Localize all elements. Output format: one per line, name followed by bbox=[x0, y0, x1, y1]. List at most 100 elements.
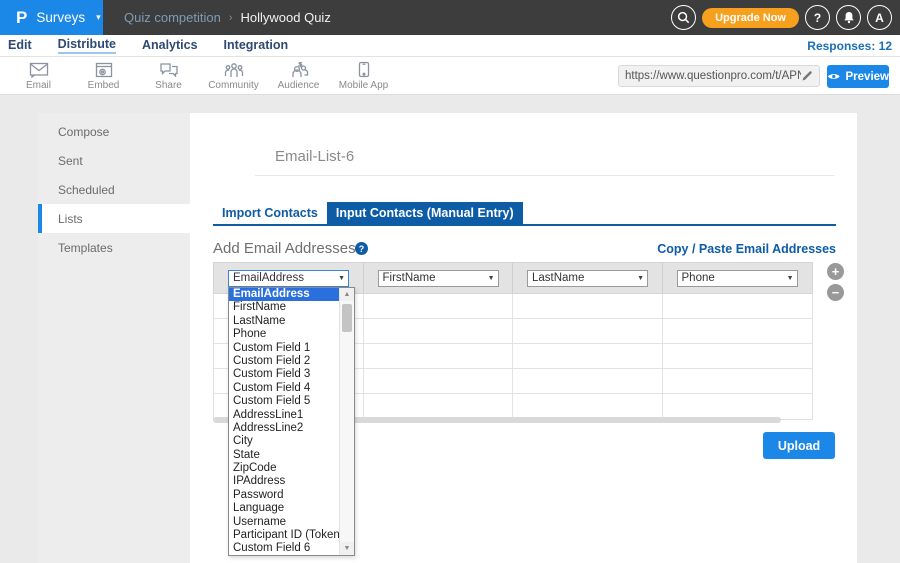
add-emails-title: Add Email Addresses bbox=[213, 240, 356, 257]
firstname-cell[interactable] bbox=[364, 344, 514, 368]
nav-item-edit[interactable]: Edit bbox=[8, 38, 32, 53]
dropdown-option[interactable]: Custom Field 1 bbox=[229, 342, 339, 355]
scroll-down-icon[interactable]: ▼ bbox=[340, 542, 354, 555]
remove-row-button[interactable]: − bbox=[827, 284, 844, 301]
phone-cell[interactable] bbox=[663, 394, 813, 419]
select-arrow-icon: ▼ bbox=[787, 275, 794, 282]
channel-embed-label: Embed bbox=[88, 80, 120, 91]
column-select-first-name[interactable]: FirstName ▼ bbox=[378, 270, 499, 287]
tab-input-contacts-manual[interactable]: Input Contacts (Manual Entry) bbox=[327, 202, 523, 224]
add-emails-help-icon[interactable]: ? bbox=[355, 242, 368, 255]
responses-count[interactable]: Responses: 12 bbox=[807, 39, 892, 53]
sidebar-item-compose[interactable]: Compose bbox=[38, 117, 190, 146]
column-mapper-cell: LastName ▼ bbox=[513, 263, 663, 293]
search-icon bbox=[677, 11, 690, 24]
column-select-phone[interactable]: Phone ▼ bbox=[677, 270, 798, 287]
audience-icon: $ bbox=[289, 62, 309, 78]
dropdown-option[interactable]: Language bbox=[229, 502, 339, 515]
dropdown-option[interactable]: IPAddress bbox=[229, 475, 339, 488]
channel-audience[interactable]: $ Audience bbox=[266, 57, 331, 95]
eye-icon bbox=[827, 72, 841, 81]
column-select-email-address[interactable]: EmailAddress ▼ bbox=[228, 270, 349, 287]
breadcrumb: Quiz competition › Hollywood Quiz bbox=[124, 0, 331, 35]
dropdown-option[interactable]: State bbox=[229, 449, 339, 462]
survey-nav: Edit Distribute Analytics Integration Re… bbox=[0, 35, 900, 57]
community-icon bbox=[224, 62, 244, 78]
dropdown-option[interactable]: EmailAddress bbox=[229, 288, 339, 301]
share-icon bbox=[159, 62, 179, 78]
firstname-cell[interactable] bbox=[364, 319, 514, 343]
lastname-cell[interactable] bbox=[513, 294, 663, 318]
nav-item-integration[interactable]: Integration bbox=[224, 38, 289, 53]
dropdown-option[interactable]: AddressLine1 bbox=[229, 409, 339, 422]
topbar-actions: Upgrade Now ? A bbox=[671, 0, 892, 35]
phone-cell[interactable] bbox=[663, 369, 813, 393]
sidebar-item-sent[interactable]: Sent bbox=[38, 146, 190, 175]
search-button[interactable] bbox=[671, 5, 696, 30]
add-row-button[interactable]: + bbox=[827, 263, 844, 280]
help-button[interactable]: ? bbox=[805, 5, 830, 30]
channel-community[interactable]: Community bbox=[201, 57, 266, 95]
dropdown-option[interactable]: Custom Field 4 bbox=[229, 382, 339, 395]
svg-text:$: $ bbox=[298, 62, 302, 69]
lastname-cell[interactable] bbox=[513, 394, 663, 419]
edit-url-button[interactable] bbox=[801, 70, 813, 82]
dropdown-option[interactable]: ZipCode bbox=[229, 462, 339, 475]
dropdown-option[interactable]: Custom Field 2 bbox=[229, 355, 339, 368]
column-mapper-cell: Phone ▼ bbox=[663, 263, 813, 293]
sidebar-item-lists[interactable]: Lists bbox=[38, 204, 190, 233]
chevron-down-icon: ▾ bbox=[96, 12, 101, 23]
sidebar-item-scheduled[interactable]: Scheduled bbox=[38, 175, 190, 204]
select-arrow-icon: ▼ bbox=[488, 275, 495, 282]
nav-item-distribute[interactable]: Distribute bbox=[58, 37, 116, 54]
select-arrow-icon: ▼ bbox=[637, 275, 644, 282]
channel-share[interactable]: Share bbox=[136, 57, 201, 95]
dropdown-option[interactable]: Username bbox=[229, 516, 339, 529]
dropdown-option[interactable]: FirstName bbox=[229, 301, 339, 314]
sidebar-item-templates[interactable]: Templates bbox=[38, 233, 190, 262]
dropdown-option[interactable]: Custom Field 3 bbox=[229, 368, 339, 381]
nav-item-analytics[interactable]: Analytics bbox=[142, 38, 198, 53]
selected-option: EmailAddress bbox=[233, 272, 304, 284]
dropdown-option[interactable]: City bbox=[229, 435, 339, 448]
dropdown-option[interactable]: AddressLine2 bbox=[229, 422, 339, 435]
lastname-cell[interactable] bbox=[513, 369, 663, 393]
firstname-cell[interactable] bbox=[364, 369, 514, 393]
account-avatar[interactable]: A bbox=[867, 5, 892, 30]
upgrade-now-button[interactable]: Upgrade Now bbox=[702, 8, 799, 28]
scrollbar-thumb[interactable] bbox=[342, 304, 352, 332]
dropdown-scrollbar[interactable]: ▲ ▼ bbox=[339, 288, 354, 555]
preview-button[interactable]: Preview bbox=[827, 65, 889, 88]
channel-email[interactable]: Email bbox=[6, 57, 71, 95]
dropdown-option[interactable]: Phone bbox=[229, 328, 339, 341]
dropdown-option[interactable]: Participant ID (Tokens) bbox=[229, 529, 339, 542]
lastname-cell[interactable] bbox=[513, 344, 663, 368]
question-icon: ? bbox=[814, 11, 821, 25]
firstname-cell[interactable] bbox=[364, 294, 514, 318]
notifications-button[interactable] bbox=[836, 5, 861, 30]
dropdown-option[interactable]: Custom Field 5 bbox=[229, 395, 339, 408]
bell-icon bbox=[843, 11, 855, 24]
phone-cell[interactable] bbox=[663, 294, 813, 318]
breadcrumb-parent[interactable]: Quiz competition bbox=[124, 10, 221, 25]
tab-import-contacts[interactable]: Import Contacts bbox=[213, 202, 327, 224]
lastname-cell[interactable] bbox=[513, 319, 663, 343]
scroll-up-icon[interactable]: ▲ bbox=[340, 288, 354, 301]
dropdown-option[interactable]: Password bbox=[229, 489, 339, 502]
copy-paste-emails-link[interactable]: Copy / Paste Email Addresses bbox=[657, 242, 836, 256]
upload-button[interactable]: Upload bbox=[763, 432, 835, 459]
column-select-last-name[interactable]: LastName ▼ bbox=[527, 270, 648, 287]
phone-cell[interactable] bbox=[663, 319, 813, 343]
firstname-cell[interactable] bbox=[364, 394, 514, 419]
survey-url-input[interactable] bbox=[625, 70, 801, 82]
channel-embed[interactable]: Embed bbox=[71, 57, 136, 95]
channel-mobile-app[interactable]: Mobile App bbox=[331, 57, 396, 95]
add-emails-header: Add Email Addresses ? Copy / Paste Email… bbox=[213, 240, 836, 258]
dropdown-option[interactable]: Custom Field 6 bbox=[229, 542, 339, 555]
breadcrumb-separator: › bbox=[229, 12, 233, 24]
channel-community-label: Community bbox=[208, 80, 259, 91]
surveys-menu[interactable]: P Surveys ▾ bbox=[0, 0, 103, 35]
list-title: Email-List-6 bbox=[275, 148, 354, 165]
dropdown-option[interactable]: LastName bbox=[229, 315, 339, 328]
phone-cell[interactable] bbox=[663, 344, 813, 368]
